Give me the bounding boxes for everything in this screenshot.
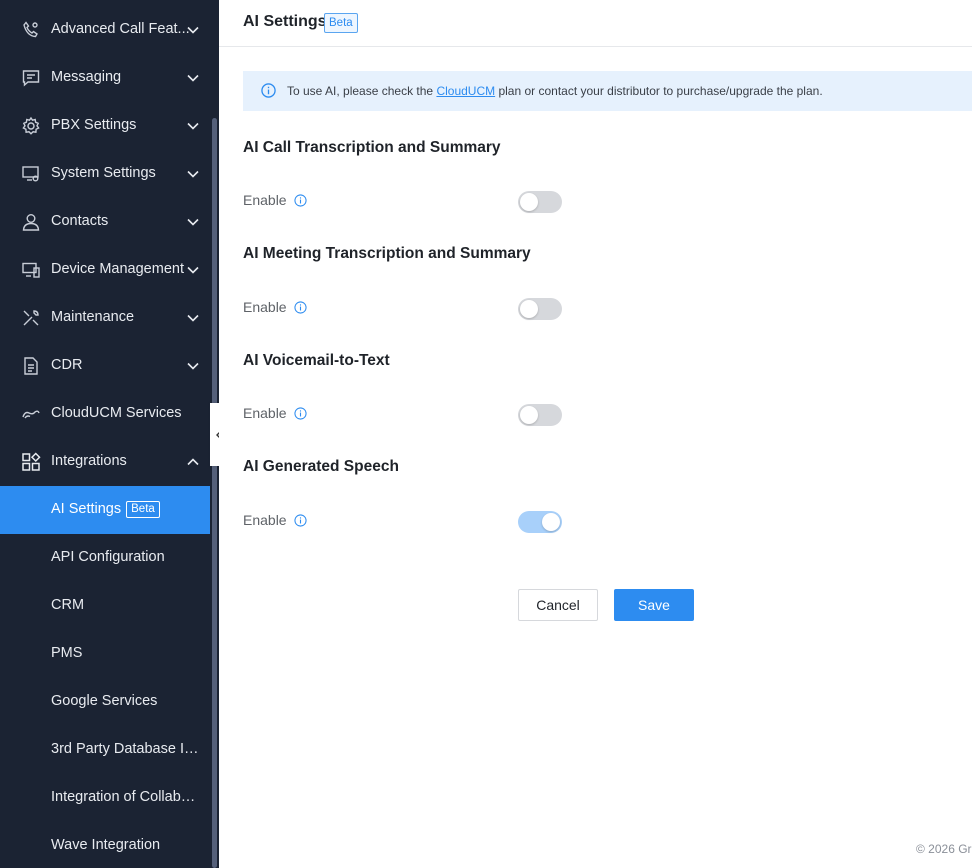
beta-badge: Beta [126, 501, 160, 518]
sidebar-subitem-integration-of-collaboration[interactable]: Integration of Collabor... [0, 774, 210, 822]
sidebar-item-advanced-call-features[interactable]: Advanced Call Feat... [0, 6, 210, 54]
sidebar: Advanced Call Feat... Messaging PBX Sett… [0, 0, 219, 868]
page-header: AI Settings Beta [219, 0, 972, 47]
sidebar-item-label: Maintenance [51, 309, 135, 325]
sidebar-item-label: System Settings [51, 165, 156, 181]
sidebar-item-cdr[interactable]: CDR [0, 342, 210, 390]
info-banner: To use AI, please check the CloudUCM pla… [243, 71, 972, 111]
chevron-down-icon [187, 170, 199, 178]
sidebar-subitem-label: Integration of Collabor... [51, 789, 201, 805]
sidebar-item-label: Device Management [51, 261, 184, 277]
gear-icon [21, 116, 41, 136]
sidebar-item-pbx-settings[interactable]: PBX Settings [0, 102, 210, 150]
sidebar-item-cloudumc-services[interactable]: CloudUCM Services [0, 390, 210, 438]
beta-badge: Beta [324, 13, 358, 33]
field-label-enable: Enable [243, 405, 307, 421]
sidebar-subitem-label: Google Services [51, 693, 158, 709]
chevron-down-icon [187, 314, 199, 322]
sidebar-subitem-crm[interactable]: CRM [0, 582, 210, 630]
banner-text: To use AI, please check the CloudUCM pla… [287, 84, 823, 98]
field-label-enable: Enable [243, 192, 307, 208]
sidebar-subitem-label: AI Settings [51, 501, 122, 517]
info-tooltip-icon[interactable] [294, 300, 307, 314]
chevron-down-icon [187, 266, 199, 274]
sidebar-subitem-google-services[interactable]: Google Services [0, 678, 210, 726]
info-tooltip-icon[interactable] [294, 513, 307, 527]
field-label-text: Enable [243, 192, 287, 208]
toggle-knob [520, 406, 538, 424]
sidebar-scrollbar-thumb[interactable] [212, 118, 217, 868]
generated-speech-toggle[interactable] [518, 511, 562, 533]
sidebar-subitem-label: Wave Integration [51, 837, 161, 853]
info-tooltip-icon[interactable] [294, 193, 307, 207]
section-title-meeting-transcription: AI Meeting Transcription and Summary [243, 245, 531, 262]
chevron-down-icon [187, 26, 199, 34]
sidebar-item-label: PBX Settings [51, 117, 137, 133]
info-icon [261, 83, 276, 98]
footer-copyright: © 2026 Gr [916, 842, 972, 856]
sidebar-item-label: Advanced Call Feat... [51, 21, 190, 37]
sidebar-item-integrations[interactable]: Integrations [0, 438, 210, 486]
sidebar-subitem-wave-integration[interactable]: Wave Integration [0, 822, 210, 868]
message-icon [21, 68, 41, 88]
voicemail-to-text-toggle[interactable] [518, 404, 562, 426]
section-title-voicemail-to-text: AI Voicemail-to-Text [243, 352, 390, 369]
info-tooltip-icon[interactable] [294, 406, 307, 420]
toggle-knob [542, 513, 560, 531]
sidebar-item-maintenance[interactable]: Maintenance [0, 294, 210, 342]
meeting-transcription-toggle[interactable] [518, 298, 562, 320]
sidebar-item-label: Contacts [51, 213, 109, 229]
cloudumc-link[interactable]: CloudUCM [436, 84, 495, 98]
toggle-knob [520, 300, 538, 318]
devices-icon [21, 260, 41, 280]
cancel-button[interactable]: Cancel [518, 589, 598, 621]
chevron-down-icon [187, 362, 199, 370]
page-title: AI Settings [243, 13, 327, 30]
tools-icon [21, 308, 41, 328]
cloud-link-icon [21, 404, 41, 424]
sidebar-subitem-ai-settings[interactable]: AI Settings Beta [0, 486, 219, 534]
monitor-gear-icon [21, 164, 41, 184]
sidebar-item-label: CloudUCM Services [51, 405, 182, 421]
field-label-enable: Enable [243, 512, 307, 528]
sidebar-subitem-3rd-party-database[interactable]: 3rd Party Database Int... [0, 726, 210, 774]
document-icon [21, 356, 41, 376]
phone-settings-icon [21, 20, 41, 40]
field-label-text: Enable [243, 299, 287, 315]
sidebar-subitem-label: CRM [51, 597, 85, 613]
sidebar-item-contacts[interactable]: Contacts [0, 198, 210, 246]
save-button[interactable]: Save [614, 589, 694, 621]
chevron-down-icon [187, 218, 199, 226]
section-title-generated-speech: AI Generated Speech [243, 458, 399, 475]
sidebar-item-messaging[interactable]: Messaging [0, 54, 210, 102]
sidebar-subitem-pms[interactable]: PMS [0, 630, 210, 678]
field-label-text: Enable [243, 405, 287, 421]
chevron-up-icon [187, 458, 199, 466]
sidebar-item-system-settings[interactable]: System Settings [0, 150, 210, 198]
sidebar-subitem-label-wrap: AI Settings Beta [51, 501, 160, 518]
banner-text-after: plan or contact your distributor to purc… [495, 84, 823, 98]
sidebar-item-label: CDR [51, 357, 83, 373]
apps-icon [21, 452, 41, 472]
banner-text-before: To use AI, please check the [287, 84, 437, 98]
section-title-call-transcription: AI Call Transcription and Summary [243, 139, 501, 156]
sidebar-subitem-api-configuration[interactable]: API Configuration [0, 534, 210, 582]
chevron-down-icon [187, 74, 199, 82]
sidebar-subitem-label: 3rd Party Database Int... [51, 741, 201, 757]
sidebar-item-label: Messaging [51, 69, 122, 85]
sidebar-item-device-management[interactable]: Device Management [0, 246, 210, 294]
user-icon [21, 212, 41, 232]
field-label-enable: Enable [243, 299, 307, 315]
toggle-knob [520, 193, 538, 211]
call-transcription-toggle[interactable] [518, 191, 562, 213]
sidebar-subitem-label: API Configuration [51, 549, 165, 565]
sidebar-subitem-label: PMS [51, 645, 83, 661]
main-content: AI Settings Beta To use AI, please check… [219, 0, 972, 868]
sidebar-item-label: Integrations [51, 453, 127, 469]
field-label-text: Enable [243, 512, 287, 528]
chevron-down-icon [187, 122, 199, 130]
